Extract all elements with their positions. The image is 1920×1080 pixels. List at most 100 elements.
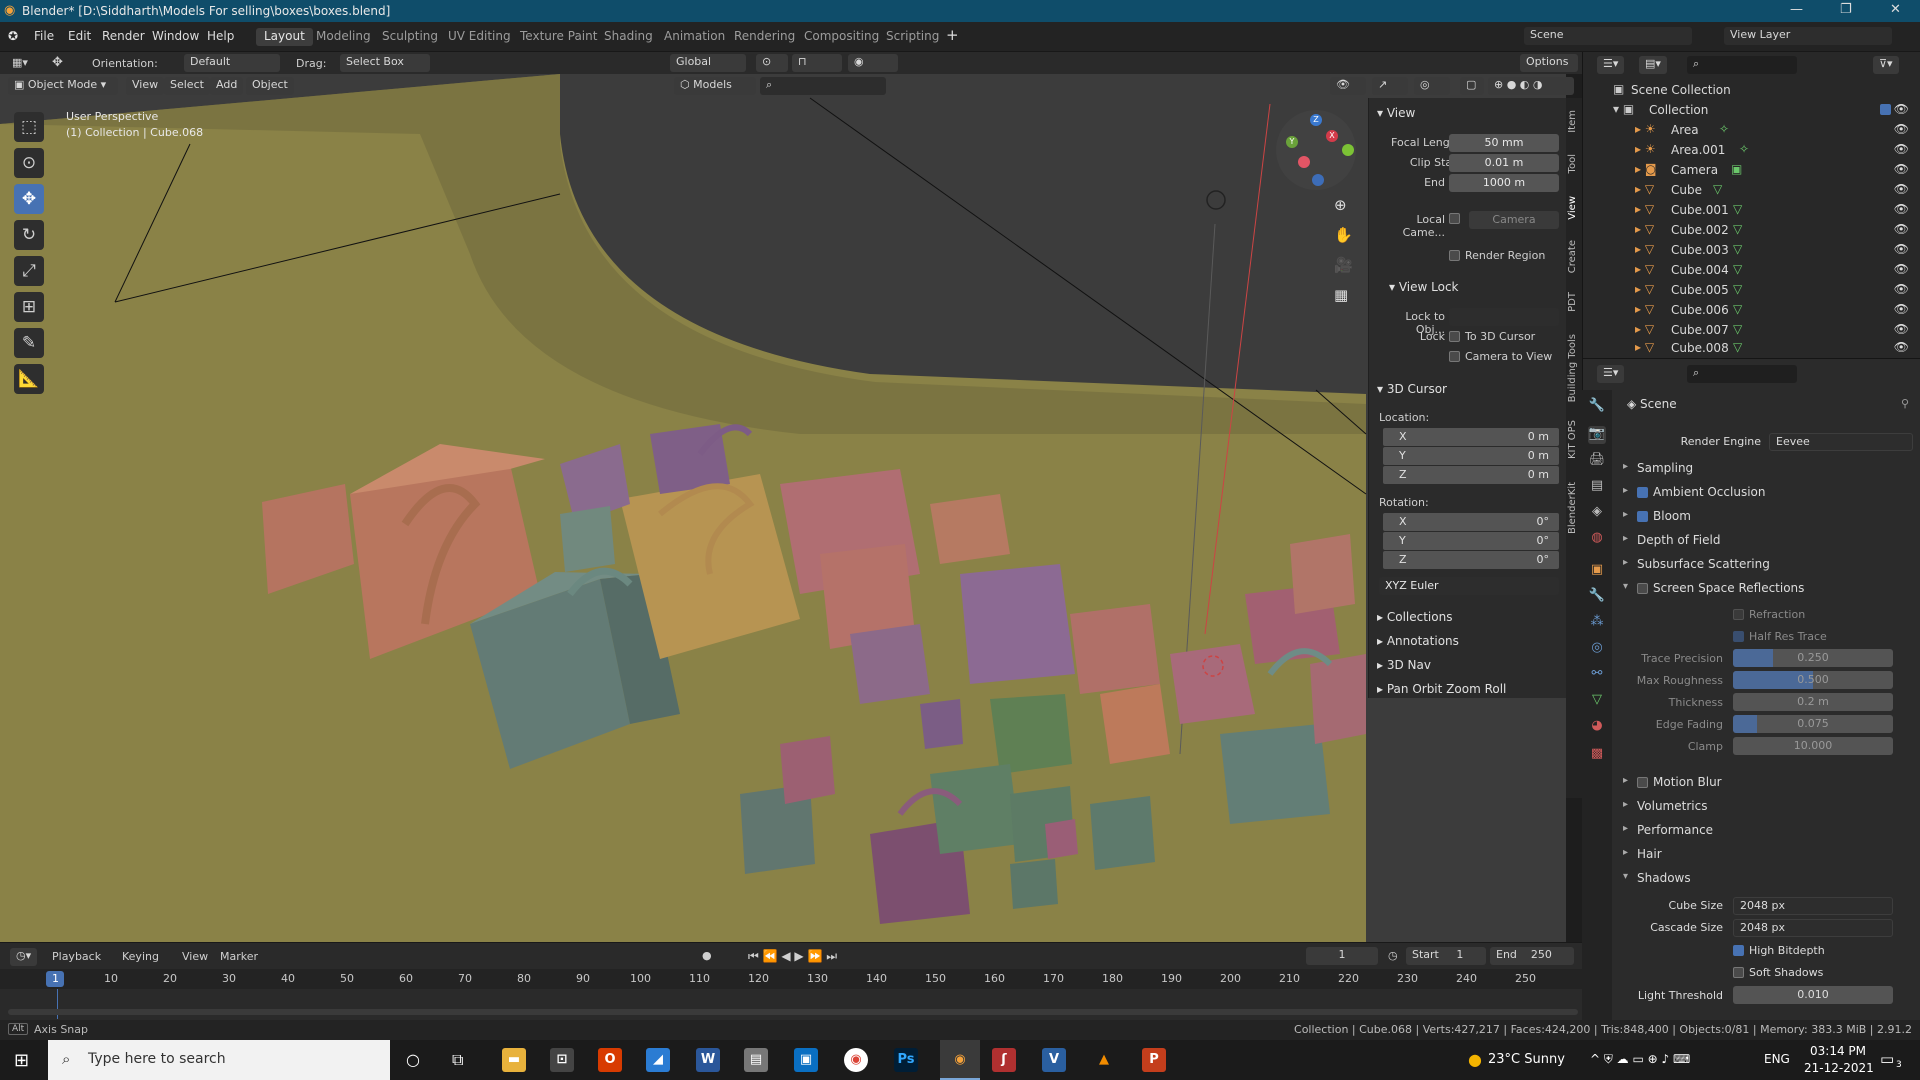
thickness-slider[interactable]: 0.2 m — [1733, 693, 1893, 711]
menu-edit[interactable]: Edit — [68, 29, 91, 43]
3d-cursor-header[interactable]: ▾ 3D Cursor — [1377, 382, 1447, 396]
language-indicator[interactable]: ENG — [1764, 1052, 1790, 1066]
visibility-icon[interactable]: 👁 — [1330, 77, 1366, 95]
close-icon[interactable]: ✕ — [1890, 2, 1901, 17]
tab-blenderkit[interactable]: BlenderKit — [1567, 482, 1581, 534]
eye-icon[interactable]: 👁 — [1894, 122, 1909, 136]
outliner-row[interactable]: ▸ ▽ Cube.007 ▽ 👁 — [1583, 320, 1920, 340]
tab-create[interactable]: Create — [1567, 240, 1581, 273]
record-icon[interactable]: ● — [702, 949, 712, 962]
app-icon[interactable]: V — [1042, 1048, 1066, 1072]
eye-icon[interactable]: 👁 — [1894, 322, 1909, 336]
app-icon[interactable]: ◢ — [646, 1048, 670, 1072]
render-region-checkbox[interactable] — [1449, 250, 1460, 261]
eye-icon[interactable]: 👁 — [1894, 142, 1909, 156]
focal-length-field[interactable]: 50 mm — [1449, 134, 1559, 152]
scale-icon[interactable]: ⤢ — [14, 256, 44, 286]
app-icon[interactable]: ▣ — [794, 1048, 818, 1072]
data-tab-icon[interactable]: ▽ — [1588, 692, 1606, 710]
location-z-field[interactable]: Z0 m — [1383, 466, 1559, 484]
outliner-row[interactable]: ▸ ▽ Cube.003 ▽ 👁 — [1583, 240, 1920, 260]
pin-icon[interactable]: ⚲ — [1901, 397, 1909, 410]
subsurface-scattering-panel[interactable]: ▸ Subsurface Scattering — [1623, 555, 1913, 575]
current-frame-field[interactable]: 1 — [1306, 947, 1378, 965]
tab-sculpting[interactable]: Sculpting — [374, 28, 446, 46]
office-icon[interactable]: O — [598, 1048, 622, 1072]
pivot-icon[interactable]: ⊙ — [756, 54, 788, 72]
windows-start-icon[interactable]: ⊞ — [14, 1050, 29, 1071]
tab-compositing[interactable]: Compositing — [796, 28, 887, 46]
tab-view[interactable]: View — [1567, 196, 1581, 220]
ssr-checkbox[interactable] — [1637, 583, 1648, 594]
eye-icon[interactable]: 👁 — [1894, 202, 1909, 216]
material-tab-icon[interactable]: ◕ — [1588, 718, 1606, 736]
particles-tab-icon[interactable]: ⁂ — [1588, 614, 1606, 632]
annotations-header[interactable]: ▸ Annotations — [1377, 634, 1459, 648]
mode-dropdown[interactable]: ▣ Object Mode ▾ — [8, 77, 118, 95]
clock-icon[interactable]: ◷ — [1388, 949, 1398, 962]
eye-icon[interactable]: 👁 — [1894, 282, 1909, 296]
performance-panel[interactable]: ▸ Performance — [1623, 821, 1913, 841]
cursor-icon[interactable]: ⊙ — [14, 148, 44, 178]
asset-library-dropdown[interactable]: ⬡ Models — [674, 77, 756, 95]
orientation-dropdown[interactable]: Default — [184, 54, 280, 72]
weather-text[interactable]: 23°C Sunny — [1488, 1052, 1565, 1067]
gizmo-x-icon[interactable]: X — [1326, 130, 1338, 142]
menu-window[interactable]: Window — [152, 29, 199, 43]
outliner-row[interactable]: ▸ ▽ Cube.002 ▽ 👁 — [1583, 220, 1920, 240]
editor-type-icon[interactable]: ▦▾ — [12, 56, 28, 69]
gizmo-toggle-icon[interactable]: ↗ — [1372, 77, 1408, 95]
minimize-icon[interactable]: — — [1790, 2, 1803, 17]
bloom-panel[interactable]: ▸ Bloom — [1623, 507, 1913, 527]
gizmo-neg-x-icon[interactable] — [1298, 156, 1310, 168]
gizmo-neg-y-icon[interactable] — [1342, 144, 1354, 156]
properties-search-input[interactable]: ⌕ — [1687, 365, 1797, 383]
ssr-panel[interactable]: ▾ Screen Space Reflections — [1623, 579, 1913, 599]
blender-menu-icon[interactable]: ✪ — [8, 29, 18, 43]
start-frame-field[interactable]: Start 1 — [1406, 947, 1486, 965]
options-dropdown[interactable]: Options — [1520, 54, 1578, 72]
transform-icon[interactable]: ⊞ — [14, 292, 44, 322]
tab-texture-paint[interactable]: Texture Paint — [512, 28, 605, 46]
modifier-tab-icon[interactable]: 🔧 — [1588, 588, 1606, 606]
lock-to-object-field[interactable] — [1449, 308, 1559, 326]
outliner-row[interactable]: ▸ ▽ Cube.008 ▽ 👁 — [1583, 338, 1920, 358]
render-tab-icon[interactable]: 📷 — [1588, 426, 1606, 444]
tool-tab-icon[interactable]: 🔧 — [1588, 398, 1606, 416]
eye-icon[interactable]: 👁 — [1894, 302, 1909, 316]
tab-building-tools[interactable]: Building Tools — [1567, 334, 1581, 402]
timeline-scrollbar[interactable] — [8, 1009, 1578, 1015]
zoom-icon[interactable]: ⊕ — [1334, 196, 1347, 214]
pan-hand-icon[interactable]: ✋ — [1334, 226, 1353, 244]
photoshop-icon[interactable]: Ps — [894, 1048, 918, 1072]
view-layer-tab-icon[interactable]: ▤ — [1588, 478, 1606, 496]
object-menu[interactable]: Object — [246, 77, 294, 95]
outliner-row[interactable]: ▸ ☀ Area ✧ 👁 — [1583, 120, 1920, 140]
cortana-icon[interactable]: ○ — [406, 1050, 420, 1069]
clamp-field[interactable]: 10.000 — [1733, 737, 1893, 755]
light-threshold-field[interactable]: 0.010 — [1733, 986, 1893, 1004]
collection-checkbox[interactable] — [1880, 104, 1891, 115]
ambient-occlusion-checkbox[interactable] — [1637, 487, 1648, 498]
word-icon[interactable]: W — [696, 1048, 720, 1072]
display-mode-icon[interactable]: ▤▾ — [1639, 56, 1667, 74]
hair-panel[interactable]: ▸ Hair — [1623, 845, 1913, 865]
high-bitdepth-checkbox[interactable] — [1733, 945, 1744, 956]
constraints-tab-icon[interactable]: ⚯ — [1588, 666, 1606, 684]
filter-icon[interactable]: ⊽▾ — [1873, 56, 1899, 74]
view-layer-selector[interactable]: View Layer — [1724, 27, 1892, 45]
pan-orbit-header[interactable]: ▸ Pan Orbit Zoom Roll — [1377, 682, 1506, 696]
playback-controls[interactable]: ⏮ ⏪ ◀ ▶ ⏩ ⏭ — [748, 949, 837, 964]
gizmo-z-icon[interactable]: Z — [1310, 114, 1322, 126]
bloom-checkbox[interactable] — [1637, 511, 1648, 522]
menu-render[interactable]: Render — [102, 29, 145, 43]
motion-blur-panel[interactable]: ▸ Motion Blur — [1623, 773, 1913, 793]
3d-viewport[interactable]: User Perspective (1) Collection | Cube.0… — [0, 74, 1566, 942]
gizmo-neg-z-icon[interactable] — [1312, 174, 1324, 186]
view-section-header[interactable]: ▾ View — [1377, 106, 1415, 120]
navigation-gizmo[interactable]: Z X Y — [1276, 110, 1356, 190]
local-camera-field[interactable]: Camera — [1469, 211, 1559, 229]
eye-icon[interactable]: 👁 — [1894, 222, 1909, 236]
tab-kit-ops[interactable]: KIT OPS — [1567, 420, 1581, 459]
world-tab-icon[interactable]: ◍ — [1588, 530, 1606, 548]
